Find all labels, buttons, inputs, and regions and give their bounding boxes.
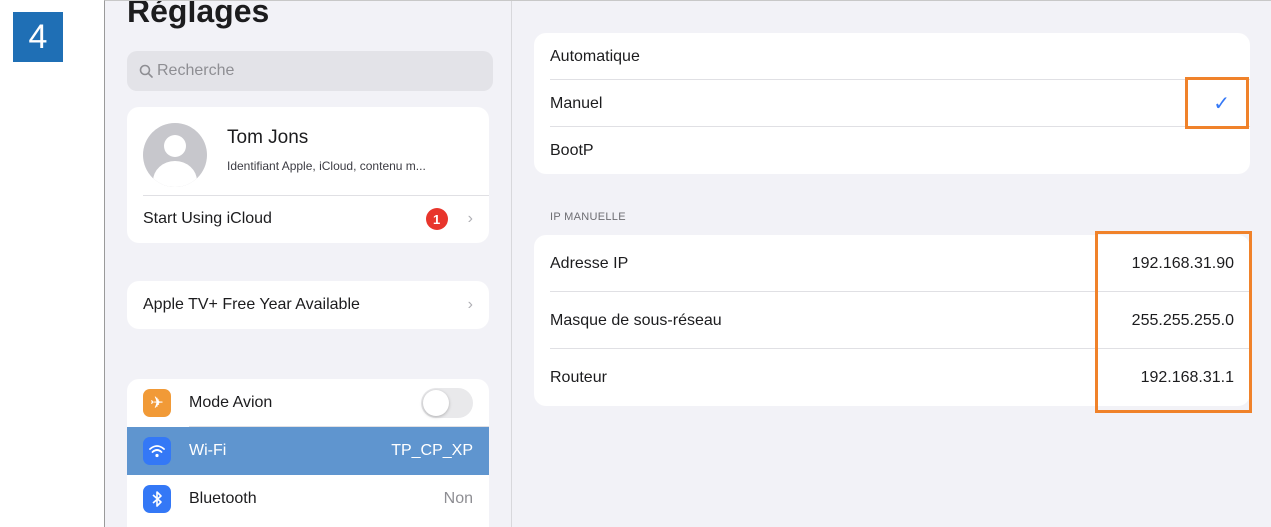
search-field[interactable]: Recherche <box>127 51 493 91</box>
wifi-icon <box>143 437 171 465</box>
option-label: Manuel <box>550 94 603 112</box>
search-placeholder: Recherche <box>157 62 235 79</box>
option-manuel[interactable]: Manuel ✓ <box>534 80 1250 127</box>
appletv-row[interactable]: Apple TV+ Free Year Available › <box>127 281 489 329</box>
option-label: Automatique <box>550 47 640 65</box>
settings-sidebar: Réglages Recherche Tom Jons Identifiant … <box>105 1 512 527</box>
appletv-label: Apple TV+ Free Year Available <box>143 296 360 313</box>
notification-badge: 1 <box>425 208 448 230</box>
chevron-right-icon: › <box>467 210 473 227</box>
highlight-box-checkmark <box>1185 77 1249 129</box>
field-label: Routeur <box>550 368 607 386</box>
sidebar-item-label: Bluetooth <box>189 490 257 507</box>
search-icon <box>139 64 153 78</box>
sidebar-item-wifi[interactable]: Wi-Fi TP_CP_XP <box>127 427 489 475</box>
sidebar-item-bluetooth[interactable]: Bluetooth Non <box>127 475 489 523</box>
profile-subtitle: Identifiant Apple, iCloud, contenu m... <box>227 159 426 173</box>
appletv-card: Apple TV+ Free Year Available › <box>127 281 489 329</box>
field-label: Masque de sous-réseau <box>550 311 722 329</box>
airplane-icon: ✈ <box>143 389 171 417</box>
sidebar-title: Réglages <box>127 0 270 29</box>
field-label: Adresse IP <box>550 254 629 272</box>
avatar[interactable] <box>143 123 207 187</box>
chevron-right-icon: › <box>467 296 473 313</box>
start-icloud-label: Start Using iCloud <box>143 210 272 227</box>
option-automatique[interactable]: Automatique <box>534 33 1250 80</box>
ip-config-pane: Automatique Manuel ✓ BootP IP MANUELLE A… <box>512 1 1271 527</box>
configure-ip-group: Automatique Manuel ✓ BootP <box>534 33 1250 174</box>
sidebar-item-airplane-mode[interactable]: ✈ Mode Avion <box>127 379 489 427</box>
section-header-ip-manuelle: IP MANUELLE <box>550 211 626 223</box>
option-bootp[interactable]: BootP <box>534 127 1250 174</box>
ipad-settings-window: Réglages Recherche Tom Jons Identifiant … <box>104 0 1271 527</box>
sidebar-item-label: Mode Avion <box>189 394 273 411</box>
profile-card: Tom Jons Identifiant Apple, iCloud, cont… <box>127 107 489 243</box>
step-number-badge: 4 <box>13 12 63 62</box>
bluetooth-status-value: Non <box>443 490 473 507</box>
profile-name[interactable]: Tom Jons <box>227 127 308 149</box>
sidebar-item-label: Wi-Fi <box>189 442 227 459</box>
airplane-mode-toggle[interactable] <box>421 388 473 418</box>
option-label: BootP <box>550 141 594 159</box>
highlight-box-ip-values <box>1095 231 1252 413</box>
settings-list: ✈ Mode Avion Wi-Fi TP_CP_XP Bluetooth No… <box>127 379 489 527</box>
wifi-network-value: TP_CP_XP <box>391 442 473 459</box>
start-icloud-row[interactable]: Start Using iCloud 1 › <box>143 195 473 243</box>
bluetooth-icon <box>143 485 171 513</box>
